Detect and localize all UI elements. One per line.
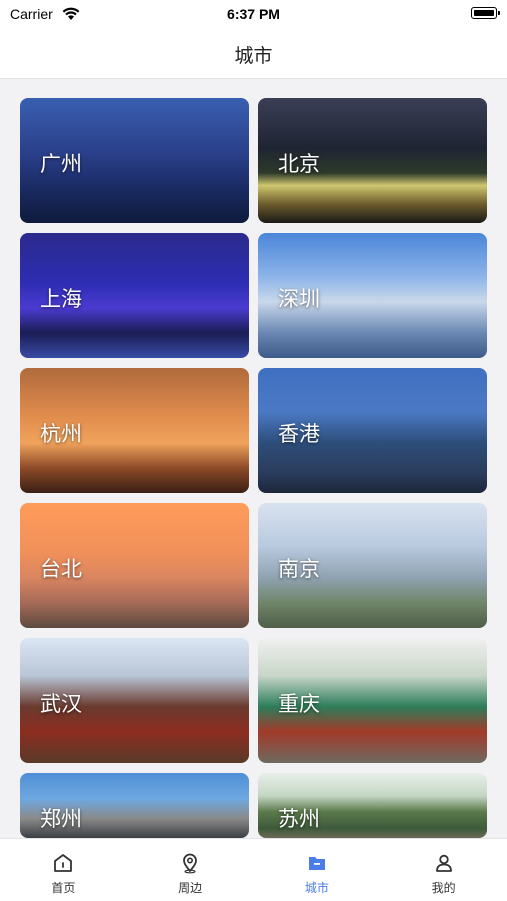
status-bar: Carrier 6:37 PM xyxy=(0,0,507,28)
city-card-guangzhou[interactable]: 广州 xyxy=(20,98,249,223)
city-card-zhengzhou[interactable]: 郑州 xyxy=(20,773,249,838)
city-card-chongqing[interactable]: 重庆 xyxy=(258,638,487,763)
city-card-beijing[interactable]: 北京 xyxy=(258,98,487,223)
tab-bar: 首页 周边 城市 我的 xyxy=(0,838,507,901)
nav-bar: 城市 xyxy=(0,28,507,79)
city-name: 苏州 xyxy=(278,807,320,831)
city-card-suzhou[interactable]: 苏州 xyxy=(258,773,487,838)
city-name: 深圳 xyxy=(278,287,320,311)
page-title: 城市 xyxy=(234,45,273,67)
city-name: 台北 xyxy=(40,557,82,581)
tab-label: 城市 xyxy=(304,881,329,895)
folder-icon xyxy=(308,857,325,870)
user-icon xyxy=(435,854,452,872)
city-name: 北京 xyxy=(278,152,320,176)
city-name: 郑州 xyxy=(40,807,82,831)
city-name: 南京 xyxy=(278,557,320,581)
city-name: 上海 xyxy=(40,287,82,311)
city-name: 重庆 xyxy=(278,692,320,716)
city-card-wuhan[interactable]: 武汉 xyxy=(20,638,249,763)
city-name: 香港 xyxy=(278,422,320,446)
city-card-shenzhen[interactable]: 深圳 xyxy=(258,233,487,358)
tab-profile[interactable]: 我的 xyxy=(380,839,507,901)
tab-label: 周边 xyxy=(178,881,203,895)
location-pin-icon xyxy=(183,853,198,874)
home-icon xyxy=(54,854,73,872)
battery-icon xyxy=(471,7,500,19)
tab-nearby[interactable]: 周边 xyxy=(127,839,254,901)
city-card-taipei[interactable]: 台北 xyxy=(20,503,249,628)
status-time: 6:37 PM xyxy=(227,6,280,22)
city-name: 广州 xyxy=(40,152,82,176)
city-card-nanjing[interactable]: 南京 xyxy=(258,503,487,628)
tab-label: 我的 xyxy=(431,881,456,895)
city-card-shanghai[interactable]: 上海 xyxy=(20,233,249,358)
city-name: 武汉 xyxy=(40,692,82,716)
tab-city[interactable]: 城市 xyxy=(254,839,381,901)
city-name: 杭州 xyxy=(40,422,82,446)
city-card-hangzhou[interactable]: 杭州 xyxy=(20,368,249,493)
tab-home[interactable]: 首页 xyxy=(0,839,127,901)
city-card-hongkong[interactable]: 香港 xyxy=(258,368,487,493)
tab-label: 首页 xyxy=(51,881,76,895)
